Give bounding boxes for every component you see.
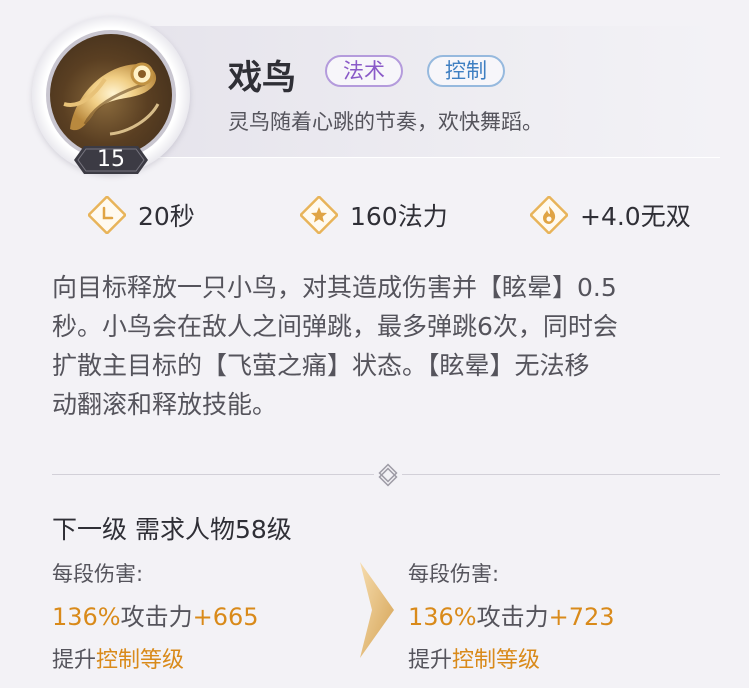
musou-value: +4.0无双 xyxy=(580,202,691,231)
current-damage-value: 136%攻击力+665 xyxy=(52,603,259,631)
skill-flavor-text: 灵鸟随着心跳的节奏，欢快舞蹈。 xyxy=(228,110,543,134)
stat-musou: +4.0无双 xyxy=(528,194,691,236)
skill-name: 戏鸟 xyxy=(228,58,296,98)
stat-mana-cost: 160法力 xyxy=(298,194,448,236)
skill-level: 15 xyxy=(97,147,125,172)
stat-cooldown: 20秒 xyxy=(86,194,195,236)
current-upgrade-note: 提升控制等级 xyxy=(52,648,185,673)
current-damage-label: 每段伤害: xyxy=(52,562,144,586)
next-level-title: 下一级 需求人物58级 xyxy=(52,515,292,544)
cooldown-value: 20秒 xyxy=(138,202,195,231)
star-icon xyxy=(298,194,340,236)
clock-icon xyxy=(86,194,128,236)
divider-diamond-icon xyxy=(374,461,402,493)
arrow-right-icon xyxy=(358,560,398,664)
skill-level-badge: 15 xyxy=(72,144,150,176)
tag-control: 控制 xyxy=(427,55,505,87)
next-damage-value: 136%攻击力+723 xyxy=(408,603,615,631)
description-line: 向目标释放一只小鸟，对其造成伤害并【眩晕】0.5 xyxy=(52,273,617,302)
description-line: 扩散主目标的【飞萤之痛】状态。【眩晕】无法移 xyxy=(52,351,590,380)
tag-magic: 法术 xyxy=(325,55,403,87)
flame-icon xyxy=(528,194,570,236)
golden-bird-swirl-icon xyxy=(50,34,172,156)
next-upgrade-note: 提升控制等级 xyxy=(408,648,541,673)
description-line: 动翻滚和释放技能。 xyxy=(52,390,278,419)
next-damage-label: 每段伤害: xyxy=(408,562,500,586)
skill-icon: 15 xyxy=(32,16,190,174)
description-line: 秒。小鸟会在敌人之间弹跳，最多弹跳6次，同时会 xyxy=(52,312,618,341)
mana-cost-value: 160法力 xyxy=(350,202,448,231)
skill-description: 向目标释放一只小鸟，对其造成伤害并【眩晕】0.5 秒。小鸟会在敌人之间弹跳，最多… xyxy=(52,268,732,424)
